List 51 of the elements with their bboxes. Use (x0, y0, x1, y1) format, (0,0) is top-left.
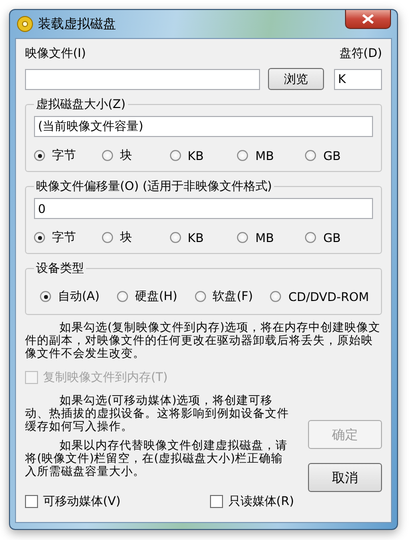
radio-button[interactable] (237, 232, 248, 243)
checkbox[interactable] (25, 495, 38, 508)
radio-label: 字节 (52, 147, 76, 164)
input-field[interactable]: 0 (34, 198, 373, 219)
disc-icon (17, 16, 33, 32)
note-text: 如果勾选(复制映像文件到内存)选项，将在内存中创建映像文件的副本，对映像文件的任何更改在驱动器卸载后将丢失，原始映像文件不会发生改变。 (25, 321, 382, 360)
radio-button[interactable] (170, 150, 181, 161)
radio-label: 硬盘(H) (134, 288, 178, 305)
radio-button[interactable] (305, 150, 316, 161)
note-text: 如果以内存代替映像文件创建虚拟磁盘，请将(映像文件)栏留空，在(虚拟磁盘大小)栏正确输入所需磁盘容量大小。 (25, 439, 288, 478)
radio-label: 块 (120, 229, 132, 246)
group-title: 设备类型 (35, 260, 85, 277)
radio-button[interactable] (270, 291, 282, 302)
checkbox-label: 只读媒体(R) (228, 493, 294, 510)
input-field[interactable] (25, 68, 260, 90)
note-text: 如果勾选(可移动媒体)选项，将创建可移动、热插拔的虚拟设备。这将影响到例如设备文件缓存如何写入操作。 (25, 394, 290, 433)
radio-label: 字节 (52, 229, 76, 246)
dialog-button[interactable]: 取消 (308, 463, 382, 492)
window-title: 装载虚拟磁盘 (38, 16, 116, 33)
radio-button[interactable] (40, 291, 51, 302)
radio-label: 自动(A) (58, 288, 100, 305)
radio-button[interactable] (34, 150, 45, 161)
group-title: 虚拟磁盘大小(Z) (35, 96, 127, 113)
radio-button[interactable] (116, 291, 128, 302)
input-field[interactable]: K (334, 68, 382, 90)
radio-button[interactable] (194, 291, 206, 302)
browse-button[interactable]: 浏览 (268, 68, 324, 90)
close-icon (361, 14, 375, 24)
radio-button[interactable] (305, 232, 316, 243)
checkbox[interactable] (210, 495, 224, 508)
radio-button[interactable] (34, 232, 45, 243)
radio-label: MB (255, 230, 274, 244)
radio-label: CD/DVD-ROM (288, 290, 369, 304)
radio-label: KB (188, 230, 204, 244)
radio-label: GB (323, 148, 341, 162)
radio-button[interactable] (102, 150, 113, 161)
field-label: 映像文件(I) (25, 45, 86, 62)
field-label: 盘符(D) (339, 45, 382, 62)
radio-label: KB (188, 148, 204, 162)
checkbox-label: 可移动媒体(V) (43, 493, 121, 510)
radio-label: 块 (120, 147, 132, 164)
radio-label: 软盘(F) (212, 288, 253, 305)
radio-button[interactable] (102, 232, 113, 243)
group-title: 映像文件偏移量(O) (适用于非映像文件格式) (35, 178, 273, 195)
checkbox-label: 复制映像文件到内存(T) (43, 369, 168, 386)
radio-button[interactable] (170, 232, 181, 243)
radio-label: GB (323, 230, 341, 244)
radio-button[interactable] (237, 150, 248, 161)
close-button[interactable] (345, 10, 391, 29)
radio-label: MB (255, 148, 274, 162)
input-field[interactable]: (当前映像文件容量) (34, 116, 373, 137)
